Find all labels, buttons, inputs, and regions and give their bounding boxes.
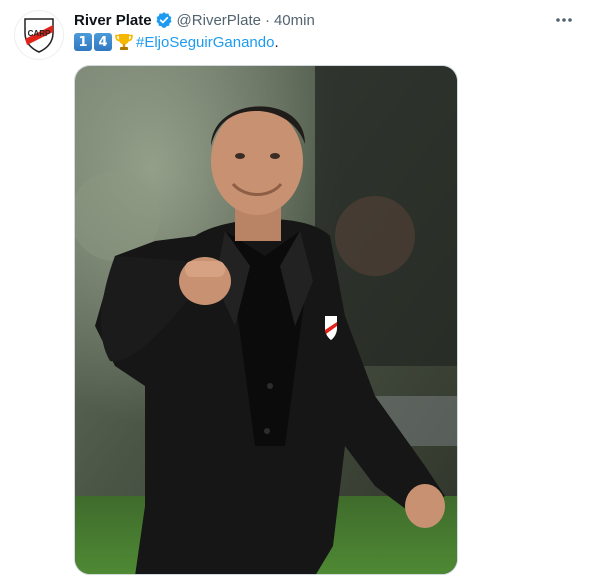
tweet-card[interactable]: CARP River Plate @RiverPlate · 40min 1 4… <box>0 0 589 581</box>
timestamp[interactable]: 40min <box>274 12 315 29</box>
river-plate-crest-icon: CARP <box>24 18 54 53</box>
svg-text:CARP: CARP <box>28 29 51 38</box>
display-name[interactable]: River Plate <box>74 12 152 29</box>
more-options-button[interactable] <box>553 10 575 30</box>
tweet-text-trailing: . <box>274 33 279 51</box>
photo-man-black-suit-fist-pump <box>75 66 457 574</box>
avatar[interactable]: CARP <box>14 10 64 60</box>
verified-badge-icon <box>156 12 172 28</box>
more-icon <box>556 18 572 22</box>
hashtag-link[interactable]: #EljoSeguirGanando <box>136 34 274 51</box>
tweet-text: 1 4 #EljoSeguirGanando . <box>74 32 279 52</box>
tweet-header: River Plate @RiverPlate · 40min <box>74 10 315 30</box>
keycap-one: 1 <box>74 33 92 51</box>
tweet-photo[interactable] <box>74 65 458 575</box>
handle[interactable]: @RiverPlate <box>177 12 261 29</box>
separator-dot: · <box>264 11 270 29</box>
trophy-icon <box>115 34 133 50</box>
keycap-four: 4 <box>94 33 112 51</box>
